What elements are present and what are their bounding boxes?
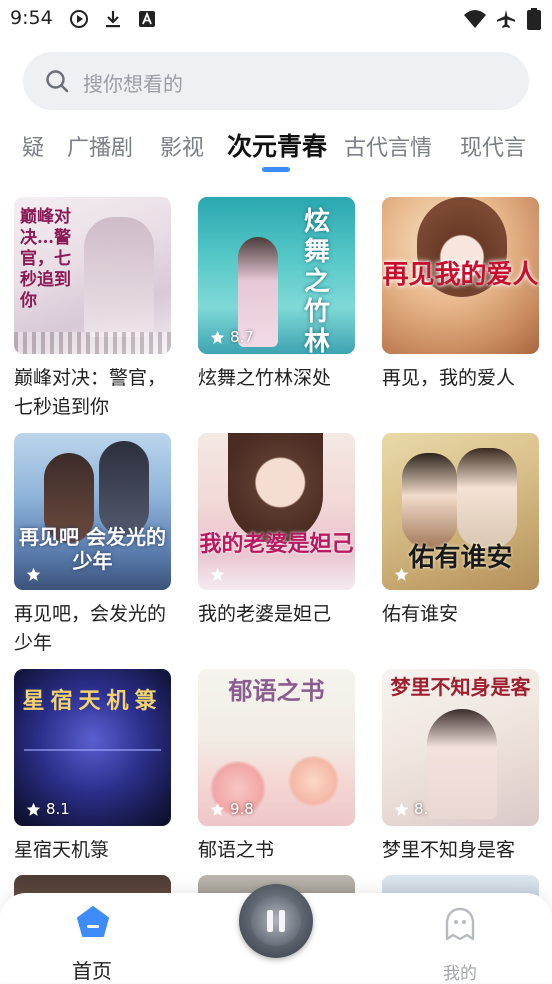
book-card[interactable]: 梦里不知身是客 8. 梦里不知身是客 bbox=[382, 669, 539, 865]
a-badge-icon bbox=[139, 11, 155, 27]
book-cover[interactable]: 我的老婆是妲己 bbox=[198, 433, 355, 590]
tab-ancient-romance[interactable]: 古代言情 bbox=[344, 130, 432, 162]
book-card[interactable]: 郁语之书 9.8 郁语之书 bbox=[198, 669, 355, 865]
cover-title-text: 炫舞之竹林深处 bbox=[303, 207, 330, 354]
now-playing-button[interactable] bbox=[239, 884, 313, 958]
play-circle-icon bbox=[70, 10, 88, 28]
book-title[interactable]: 梦里不知身是客 bbox=[382, 836, 539, 865]
book-title[interactable]: 巅峰对决：警官，七秒追到你 bbox=[14, 364, 171, 422]
book-title[interactable]: 炫舞之竹林深处 bbox=[198, 364, 355, 393]
cover-title-text: 郁语之书 bbox=[228, 676, 325, 705]
nav-mine-label: 我的 bbox=[443, 964, 477, 984]
star-icon bbox=[210, 330, 225, 344]
search-placeholder: 搜你想看的 bbox=[83, 72, 183, 96]
book-card[interactable]: 佑有谁安 佑有谁安 bbox=[382, 433, 539, 629]
book-title[interactable]: 佑有谁安 bbox=[382, 600, 539, 629]
book-cover[interactable]: 星宿天机箓 8.1 bbox=[14, 669, 171, 826]
active-tab-indicator bbox=[262, 167, 290, 172]
book-title[interactable]: 郁语之书 bbox=[198, 836, 355, 865]
wifi-icon bbox=[464, 10, 486, 28]
star-icon bbox=[26, 567, 41, 581]
cover-title-text: 梦里不知身是客 bbox=[390, 675, 531, 699]
rating-badge: 9.8 bbox=[210, 800, 254, 818]
star-icon bbox=[210, 802, 225, 816]
book-title[interactable]: 星宿天机箓 bbox=[14, 836, 171, 865]
rating-badge: 8.7 bbox=[210, 328, 254, 346]
search-icon bbox=[46, 70, 69, 93]
tab-radio-drama[interactable]: 广播剧 bbox=[67, 130, 133, 162]
book-cover[interactable]: 再见我的爱人 bbox=[382, 197, 539, 354]
tab-youth[interactable]: 次元青春 bbox=[227, 127, 327, 163]
album-art bbox=[251, 896, 301, 946]
tab-mystery[interactable]: 疑 bbox=[22, 130, 44, 162]
book-title[interactable]: 我的老婆是妲己 bbox=[198, 600, 355, 629]
download-icon bbox=[106, 11, 120, 28]
tab-film-tv[interactable]: 影视 bbox=[160, 130, 204, 162]
star-icon bbox=[210, 567, 225, 581]
status-bar: 9:54 bbox=[0, 0, 552, 38]
rating-badge bbox=[210, 567, 225, 582]
rating-badge bbox=[26, 567, 41, 582]
ghost-profile-icon bbox=[445, 907, 475, 941]
book-card[interactable]: 我的老婆是妲己 我的老婆是妲己 bbox=[198, 433, 355, 629]
battery-icon bbox=[527, 8, 541, 30]
nav-mine[interactable]: 我的 bbox=[420, 905, 500, 984]
book-title[interactable]: 再见吧，会发光的少年 bbox=[14, 600, 171, 658]
book-cover[interactable]: 再见吧 会发光的少年 bbox=[14, 433, 171, 590]
search-bar[interactable]: 搜你想看的 bbox=[23, 52, 529, 110]
book-cover[interactable]: 梦里不知身是客 8. bbox=[382, 669, 539, 826]
book-cover[interactable]: 佑有谁安 bbox=[382, 433, 539, 590]
home-icon bbox=[77, 906, 109, 937]
tab-modern-romance[interactable]: 现代言 bbox=[460, 130, 526, 162]
rating-badge: 8.1 bbox=[26, 800, 70, 818]
cover-title-text: 我的老婆是妲己 bbox=[199, 531, 354, 557]
cover-title-text: 再见吧 会发光的少年 bbox=[19, 525, 166, 573]
book-card[interactable]: 再见我的爱人 再见，我的爱人 bbox=[382, 197, 539, 393]
status-time: 9:54 bbox=[10, 7, 53, 29]
pause-icon bbox=[267, 910, 273, 932]
rating-badge: 8. bbox=[394, 800, 428, 818]
star-icon bbox=[394, 802, 409, 816]
cover-title-text: 巅峰对决…警官，七秒追到你 bbox=[20, 207, 71, 311]
book-title[interactable]: 再见，我的爱人 bbox=[382, 364, 539, 393]
nav-home[interactable]: 首页 bbox=[52, 905, 132, 983]
airplane-icon bbox=[496, 9, 516, 29]
star-icon bbox=[394, 567, 409, 581]
book-card[interactable]: 再见吧 会发光的少年 再见吧，会发光的少年 bbox=[14, 433, 171, 658]
book-card[interactable]: 炫舞之竹林深处 8.7 炫舞之竹林深处 bbox=[198, 197, 355, 393]
cover-title-text: 再见我的爱人 bbox=[382, 260, 539, 290]
rating-value: 8. bbox=[414, 800, 429, 818]
rating-badge bbox=[394, 567, 409, 582]
book-cover[interactable]: 郁语之书 9.8 bbox=[198, 669, 355, 826]
book-cover[interactable]: 巅峰对决…警官，七秒追到你 bbox=[14, 197, 171, 354]
rating-value: 8.1 bbox=[46, 800, 70, 818]
book-card[interactable]: 星宿天机箓 8.1 星宿天机箓 bbox=[14, 669, 171, 865]
cover-title-text: 星宿天机箓 bbox=[22, 688, 163, 714]
book-cover[interactable]: 炫舞之竹林深处 8.7 bbox=[198, 197, 355, 354]
pause-icon bbox=[279, 910, 285, 932]
rating-value: 9.8 bbox=[230, 800, 254, 818]
rating-value: 8.7 bbox=[230, 328, 254, 346]
nav-home-label: 首页 bbox=[72, 959, 112, 983]
book-card[interactable]: 巅峰对决…警官，七秒追到你 巅峰对决：警官，七秒追到你 bbox=[14, 197, 171, 422]
star-icon bbox=[26, 802, 41, 816]
